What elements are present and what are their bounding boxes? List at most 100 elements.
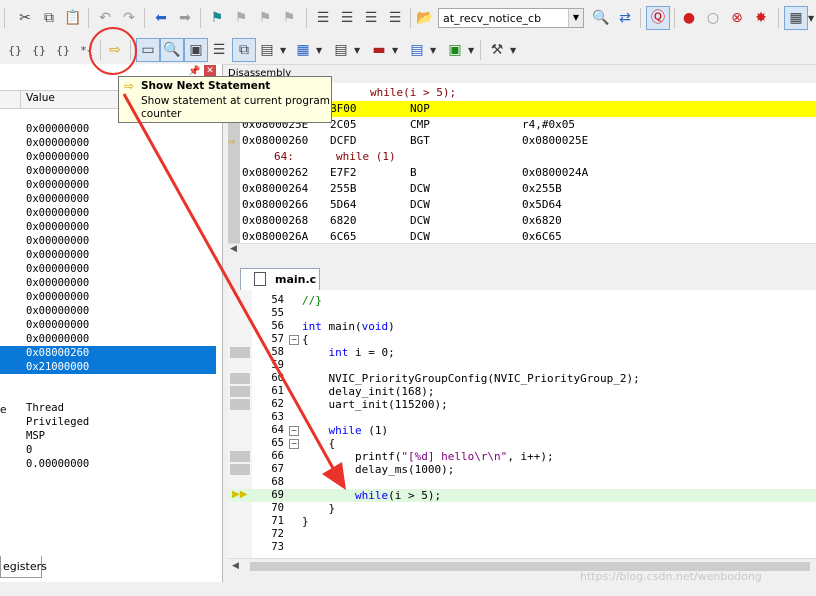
fold-toggle-icon[interactable]: − — [289, 335, 299, 345]
chevron-down-icon[interactable]: ▼ — [568, 9, 583, 27]
redo-icon[interactable]: ↷ — [118, 7, 140, 29]
stack-value[interactable]: MSP — [26, 430, 45, 442]
register-row-selected[interactable]: 0x21000000 — [0, 360, 216, 374]
toolbox-icon[interactable]: ⚒ — [486, 39, 508, 61]
function-combo[interactable]: at_recv_notice_cb ▼ — [438, 8, 584, 28]
value-column-header[interactable]: Value — [26, 92, 55, 104]
next-bookmark-icon[interactable]: ⚑ — [254, 7, 276, 29]
disassembly-line[interactable]: 0x08000266 5D64 DCW 0x5D64 — [240, 197, 816, 213]
find-icon[interactable]: 🔍 — [590, 7, 612, 29]
chevron-down-icon[interactable]: ▼ — [510, 46, 516, 55]
disassembly-window-icon[interactable]: 🔍 — [160, 38, 184, 62]
memory-window-icon[interactable]: ▦ — [292, 39, 314, 61]
code-line[interactable]: 58 int i = 0; — [228, 346, 816, 359]
register-row[interactable]: 0x00000000 — [0, 192, 216, 206]
analysis-window-icon[interactable]: ▬ — [368, 39, 390, 61]
trace-window-icon[interactable]: ▤ — [406, 39, 428, 61]
register-row[interactable]: 0x00000000 — [0, 248, 216, 262]
tab-main-c[interactable]: main.c — [240, 268, 320, 290]
kill-breakpoints-icon[interactable]: ✸ — [750, 7, 772, 29]
code-line[interactable]: 68 — [228, 476, 816, 489]
disassembly-line[interactable]: 0x08000260 DCFD BGT 0x0800025E ⇨ — [228, 133, 816, 149]
find-in-files-icon[interactable]: 📂 — [414, 7, 436, 29]
chevron-down-icon[interactable]: ▼ — [316, 46, 322, 55]
register-row[interactable]: 0x00000000 — [0, 304, 216, 318]
command-window-icon[interactable]: ▭ — [136, 38, 160, 62]
register-row[interactable]: 0x00000000 — [0, 164, 216, 178]
enable-breakpoint-icon[interactable]: ○ — [702, 7, 724, 29]
disassembly-line[interactable]: 0x0800026A 6C65 DCW 0x6C65 — [240, 229, 816, 243]
register-row[interactable]: 0x00000000 — [0, 150, 216, 164]
navigate-back-icon[interactable]: ⬅ — [150, 7, 172, 29]
register-row[interactable]: 0x00000000 — [0, 290, 216, 304]
step-out-icon[interactable]: {} — [52, 39, 74, 61]
column-divider[interactable] — [20, 91, 21, 108]
code-line[interactable]: 62 uart_init(115200); — [228, 398, 816, 411]
unindent-icon[interactable]: ☰ — [336, 7, 358, 29]
disassembly-line[interactable]: 0x08000264 255B DCW 0x255B — [240, 181, 816, 197]
chevron-down-icon[interactable]: ▼ — [280, 46, 286, 55]
registers-window-icon[interactable]: ☰ — [208, 39, 230, 61]
scroll-left-icon[interactable]: ◀ — [230, 244, 237, 254]
symbols-window-icon[interactable]: ▣ — [184, 38, 208, 62]
code-line[interactable]: 64− while (1) — [228, 424, 816, 437]
insert-breakpoint-icon[interactable]: ● — [678, 7, 700, 29]
code-line[interactable]: 54 //} — [228, 294, 816, 307]
code-line[interactable]: ▶▶ 69 while(i > 5); — [228, 489, 816, 502]
disassembly-scrollbar[interactable]: ◀ — [228, 243, 816, 258]
code-line[interactable]: 56 int main(void) — [228, 320, 816, 333]
register-row[interactable]: 0x00000000 — [0, 234, 216, 248]
navigate-forward-icon[interactable]: ➡ — [174, 7, 196, 29]
register-row[interactable]: 0x00000000 — [0, 178, 216, 192]
debug-session-icon[interactable]: Ⓠ — [646, 6, 670, 30]
register-row[interactable]: 0x00000000 — [0, 122, 216, 136]
chevron-down-icon[interactable]: ▼ — [808, 14, 814, 23]
code-line[interactable]: 65− { — [228, 437, 816, 450]
code-line[interactable]: 67 delay_ms(1000); — [228, 463, 816, 476]
disassembly-line[interactable]: 0x08000268 6820 DCW 0x6820 — [240, 213, 816, 229]
code-line[interactable]: 72 — [228, 528, 816, 541]
disassembly-line[interactable]: 64: while (1) — [240, 149, 816, 165]
bookmark-icon[interactable]: ⚑ — [206, 7, 228, 29]
chevron-down-icon[interactable]: ▼ — [354, 46, 360, 55]
fold-toggle-icon[interactable]: − — [289, 426, 299, 436]
code-line[interactable]: 59 — [228, 359, 816, 372]
states-value[interactable]: 0 — [26, 444, 32, 456]
prev-bookmark-icon[interactable]: ⚑ — [230, 7, 252, 29]
mode-value[interactable]: Thread — [26, 402, 64, 414]
incremental-find-icon[interactable]: ⇄ — [614, 7, 636, 29]
window-layout-icon[interactable]: ▦ — [784, 6, 808, 30]
chevron-down-icon[interactable]: ▼ — [430, 46, 436, 55]
indent-icon[interactable]: ☰ — [312, 7, 334, 29]
register-row[interactable]: 0x00000000 — [0, 276, 216, 290]
register-row[interactable]: 0x00000000 — [0, 318, 216, 332]
clear-bookmarks-icon[interactable]: ⚑ — [278, 7, 300, 29]
code-line[interactable]: 57−{ — [228, 333, 816, 346]
code-line[interactable]: 73 — [228, 541, 816, 554]
serial-window-icon[interactable]: ▤ — [330, 39, 352, 61]
watch-window-icon[interactable]: ▤ — [256, 39, 278, 61]
paste-icon[interactable]: 📋 — [62, 7, 84, 29]
step-over-icon[interactable]: {} — [28, 39, 50, 61]
registers-tab[interactable]: egisters — [0, 556, 47, 578]
cut-icon[interactable]: ✂ — [14, 7, 36, 29]
code-line[interactable]: 61 delay_init(168); — [228, 385, 816, 398]
register-row[interactable]: 0x00000000 — [0, 206, 216, 220]
disassembly-line[interactable]: 0x08000262 E7F2 B 0x0800024A — [240, 165, 816, 181]
undo-icon[interactable]: ↶ — [94, 7, 116, 29]
chevron-down-icon[interactable]: ▼ — [468, 46, 474, 55]
sec-value[interactable]: 0.00000000 — [26, 458, 89, 470]
code-line[interactable]: 60 NVIC_PriorityGroupConfig(NVIC_Priorit… — [228, 372, 816, 385]
call-stack-window-icon[interactable]: ⧉ — [232, 38, 256, 62]
register-row[interactable]: 0x00000000 — [0, 136, 216, 150]
register-row[interactable]: 0x00000000 — [0, 262, 216, 276]
chevron-down-icon[interactable]: ▼ — [392, 46, 398, 55]
source-editor[interactable]: 54//} 55 56 int main(void) 57−{58 int i = 0;… — [228, 290, 816, 558]
register-row[interactable]: 0x00000000 — [0, 220, 216, 234]
system-viewer-icon[interactable]: ▣ — [444, 39, 466, 61]
register-row[interactable]: 0x00000000 — [0, 332, 216, 346]
code-line[interactable]: 71} — [228, 515, 816, 528]
step-into-icon[interactable]: {} — [4, 39, 26, 61]
copy-icon[interactable]: ⧉ — [38, 7, 60, 29]
fold-toggle-icon[interactable]: − — [289, 439, 299, 449]
